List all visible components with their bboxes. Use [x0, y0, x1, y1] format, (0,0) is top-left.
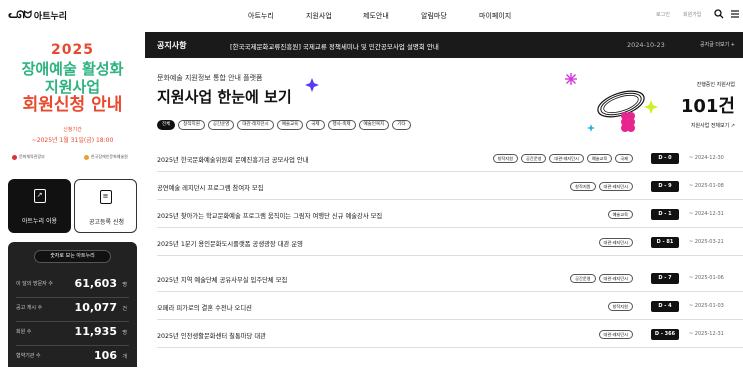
dday-badge: D - 4 [651, 301, 679, 312]
hero-subtitle: 문화예술 지원정보 통합 안내 플랫폼 [157, 74, 263, 82]
list-item[interactable]: 2025년 지역 예술단체 공유사무실 입주단체 모집 공간운영 대관·레지던시 … [157, 266, 743, 292]
notice-register-button[interactable]: ≡ 공고등록 신청 [74, 179, 137, 233]
nav-item-mypage[interactable]: 마이페이지 [479, 11, 511, 21]
chip-all[interactable]: 전체 [157, 120, 176, 130]
chip-international[interactable]: 국제 [306, 120, 325, 130]
search-icon[interactable] [714, 9, 724, 22]
notice-label: 공지사항 [157, 41, 187, 50]
stat-members: 회원 수 11,935 명 [16, 325, 127, 338]
org-logo-kdac: 한국장애인문화예술원 [84, 154, 128, 160]
login-link[interactable]: 로그인 [656, 11, 670, 18]
org-logo-mcst: 문화체육관광부 [12, 154, 45, 160]
signup-link[interactable]: 회원가입 [683, 11, 701, 18]
stats-panel: 숫자로 보는 아트누리 이 달의 방문자 수 61,603 명 공고 게시 수 10,… [8, 242, 137, 367]
logo-text: 아트누리 [33, 12, 68, 22]
view-all-support-link[interactable]: 지원사업 전체보기 ↗ [691, 122, 735, 129]
promo-year: 2025 [51, 42, 94, 58]
nav-item-system[interactable]: 제도안내 [363, 11, 389, 21]
dday-badge: D - 1 [651, 209, 679, 220]
chip-welfare[interactable]: 예술인복지 [358, 120, 390, 130]
promo-period-value: ~2025년 1월 31일(금) 18:00 [31, 137, 114, 144]
stat-visitors: 이 달의 방문자 수 61,603 명 [16, 277, 127, 290]
chip-space[interactable]: 공간운영 [207, 120, 235, 130]
asterisk-icon [565, 73, 577, 85]
list-item[interactable]: 2025년 1분기 용인문화도시플랫폼 공생광장 대관 운영 대관·레지던시 D… [157, 230, 743, 256]
document-icon: ≡ [99, 190, 112, 204]
artnuri-guide-button[interactable]: ↗ 아트누리 이용 [8, 179, 71, 233]
sparkle-icon [305, 78, 319, 92]
promo-line-1: 장애예술 활성화 [21, 60, 124, 78]
org-emblem-icon [12, 154, 17, 160]
category-filter: 전체 창작지원 공간운영 대관·레지던시 예술교육 국제 행사·축제 예술인복지… [157, 120, 411, 130]
nav-item-support[interactable]: 지원사업 [306, 11, 332, 21]
progress-label: 진행중인 지원사업 [696, 82, 735, 88]
support-hero: 문화예술 지원정보 통합 안내 플랫폼 지원사업 한눈에 보기 진행중인 지원사… [145, 58, 743, 142]
chip-rental[interactable]: 대관·레지던시 [237, 120, 274, 130]
dday-badge: D - 7 [651, 273, 679, 284]
hero-title: 지원사업 한눈에 보기 [157, 88, 292, 106]
promo-banner[interactable]: 2025 장애예술 활성화 지원사업 회원신청 안내 신청기간 ~2025년 1… [0, 32, 145, 172]
list-item[interactable]: 오페라 피가로의 결혼 수전나 오디션 창작지원 D - 4 ~ 2025-01… [157, 294, 743, 320]
dday-badge: D - 0 [651, 153, 679, 164]
chip-festival[interactable]: 행사·축제 [327, 120, 356, 130]
progress-count: 101건 [680, 96, 735, 117]
list-item[interactable]: 2025년 한국문화예술위원회 문예진흥기금 공모사업 안내 창작지원 공간운영 대… [157, 146, 743, 172]
org-emblem-icon [84, 154, 89, 160]
notice-date: 2024-10-23 [627, 41, 665, 49]
dday-badge: D - 9 [651, 181, 679, 192]
notice-text[interactable]: [한국국제문화교류진흥원] 국제교류 정책세미나 및 민간공모사업 설명회 안내 [230, 41, 439, 51]
promo-period-label: 신청기간 [63, 127, 82, 133]
list-item[interactable]: 2025년 찾아가는 학교문화예술 프로그램 움직이는 그림자 여행단 신규 예… [157, 202, 743, 228]
chip-creation[interactable]: 창작지원 [178, 120, 205, 130]
stat-posts: 공고 게시 수 10,077 건 [16, 301, 127, 314]
nav-item-notice[interactable]: 알림마당 [421, 11, 447, 21]
top-header: ᓚᘏᗢ 아트누리 아트누리 지원사업 제도안내 알림마당 마이페이지 로그인 회… [0, 0, 743, 32]
dday-badge: D - 81 [651, 237, 679, 248]
stat-partners: 협약기관 수 106 개 [16, 349, 127, 362]
list-item[interactable]: 공연예술 레지던시 프로그램 참여자 모집 창작지원 대관·레지던시 D - 9 … [157, 174, 743, 200]
notice-more-link[interactable]: 공지글 더보기 + [700, 41, 735, 48]
left-sidebar: 2025 장애예술 활성화 지원사업 회원신청 안내 신청기간 ~2025년 1… [0, 32, 145, 367]
promo-line-2: 지원사업 [44, 78, 101, 96]
logo-mark-icon: ᓚᘏᗢ [8, 10, 32, 21]
site-logo[interactable]: ᓚᘏᗢ 아트누리 [8, 9, 67, 22]
nav-item-artnuri[interactable]: 아트누리 [248, 11, 274, 21]
dday-badge: D - 366 [651, 329, 679, 340]
notice-bar: 공지사항 [한국국제문화교류진흥원] 국제교류 정책세미나 및 민간공모사업 설… [145, 32, 743, 58]
menu-icon[interactable] [730, 9, 740, 22]
guide-icon: ↗ [33, 189, 46, 203]
chip-education[interactable]: 예술교육 [276, 120, 304, 130]
chip-etc[interactable]: 기타 [392, 120, 411, 130]
promo-line-3: 회원신청 안내 [22, 95, 123, 115]
list-item[interactable]: 2025년 인천생활문화센터 칠통마당 대관 대관·레지던시 D - 366 ~… [157, 322, 743, 348]
stats-title: 숫자로 보는 아트누리 [34, 250, 111, 263]
rings-illustration [587, 90, 658, 132]
